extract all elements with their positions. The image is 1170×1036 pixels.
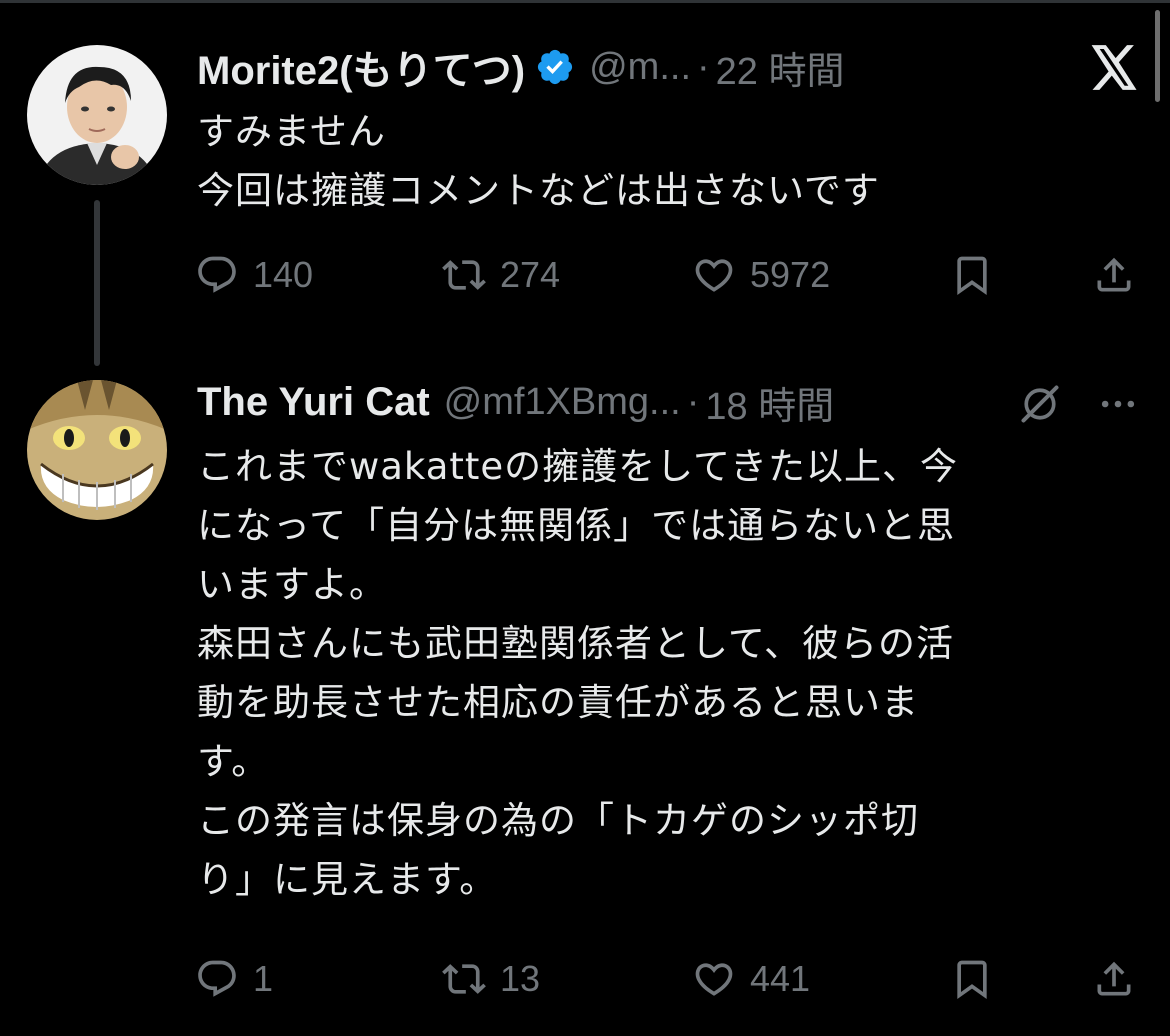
author-name[interactable]: The Yuri Cat [197, 380, 430, 425]
share-button[interactable] [1092, 245, 1136, 305]
retweet-count: 13 [500, 958, 541, 999]
reply-count: 140 [253, 254, 314, 295]
grok-icon[interactable] [1012, 376, 1068, 432]
avatar-yuri-cat[interactable] [27, 380, 167, 520]
tweet-actions: 140 274 5972 [195, 245, 1140, 305]
retweet-button[interactable]: 274 [442, 245, 560, 305]
tweet-actions: 1 13 441 [195, 949, 1140, 1009]
like-count: 441 [750, 958, 811, 999]
retweet-icon [442, 964, 486, 994]
timestamp[interactable]: 22 時間 [716, 40, 845, 95]
tweet-text-line: これまでwakatteの擁護をしてきた以上、今 [197, 445, 958, 488]
tweet-text-line: 森田さんにも武田塾関係者として、彼らの活 [197, 622, 955, 665]
retweet-icon [442, 260, 486, 290]
bookmark-icon [957, 256, 987, 296]
tweet-text: すみません 今回は擁護コメントなどは出さないです [197, 102, 1102, 220]
tweet-header: Morite2(もりてつ) @m... · 22 時間 [197, 37, 844, 97]
more-icon[interactable] [1090, 376, 1146, 432]
tweet-text-line: す。 [197, 740, 270, 783]
retweet-button[interactable]: 13 [442, 949, 540, 1009]
bookmark-icon [957, 960, 987, 1000]
tweet-text: これまでwakatteの擁護をしてきた以上、今 になって「自分は無関係」では通ら… [197, 437, 1102, 909]
like-icon [695, 963, 733, 996]
separator-dot: · [686, 380, 700, 423]
author-handle[interactable]: @mf1XBmg... [444, 381, 681, 424]
tweet-text-line: いますよ。 [197, 563, 387, 606]
scrollbar[interactable] [1155, 10, 1160, 102]
share-button[interactable] [1092, 949, 1136, 1009]
tweet-header: The Yuri Cat @mf1XBmg... · 18 時間 [197, 372, 834, 432]
tweet-text-line: になって「自分は無関係」では通らないと思 [197, 504, 956, 547]
retweet-count: 274 [500, 254, 561, 295]
tweet-text-line: 今回は擁護コメントなどは出さないです [197, 169, 880, 212]
share-icon [1097, 257, 1131, 292]
tweet-text-line: この発言は保身の為の「トカゲのシッポ切 [197, 799, 919, 842]
like-button[interactable]: 5972 [692, 245, 830, 305]
thread-connector [94, 200, 100, 366]
x-logo-icon[interactable] [1086, 40, 1142, 96]
like-button[interactable]: 441 [692, 949, 810, 1009]
author-name[interactable]: Morite2(もりてつ) [197, 38, 525, 96]
bookmark-button[interactable] [950, 949, 994, 1009]
verified-badge-icon [535, 47, 575, 87]
share-icon [1097, 961, 1131, 996]
reply-button[interactable]: 1 [195, 949, 273, 1009]
avatar-morite2[interactable] [27, 45, 167, 185]
reply-icon [198, 256, 236, 293]
timestamp[interactable]: 18 時間 [705, 375, 834, 430]
tweet-text-line: 動を助長させた相応の責任があると思いま [197, 681, 919, 724]
tweet-text-line: り」に見えます。 [197, 858, 498, 901]
like-count: 5972 [750, 254, 831, 295]
tweet-text-line: すみません [197, 110, 386, 153]
bookmark-button[interactable] [950, 245, 994, 305]
author-handle[interactable]: @m... [589, 46, 691, 89]
top-divider [0, 0, 1170, 3]
separator-dot: · [697, 45, 710, 88]
like-icon [695, 259, 733, 292]
reply-button[interactable]: 140 [195, 245, 313, 305]
reply-count: 1 [253, 958, 274, 999]
reply-icon [198, 960, 236, 997]
